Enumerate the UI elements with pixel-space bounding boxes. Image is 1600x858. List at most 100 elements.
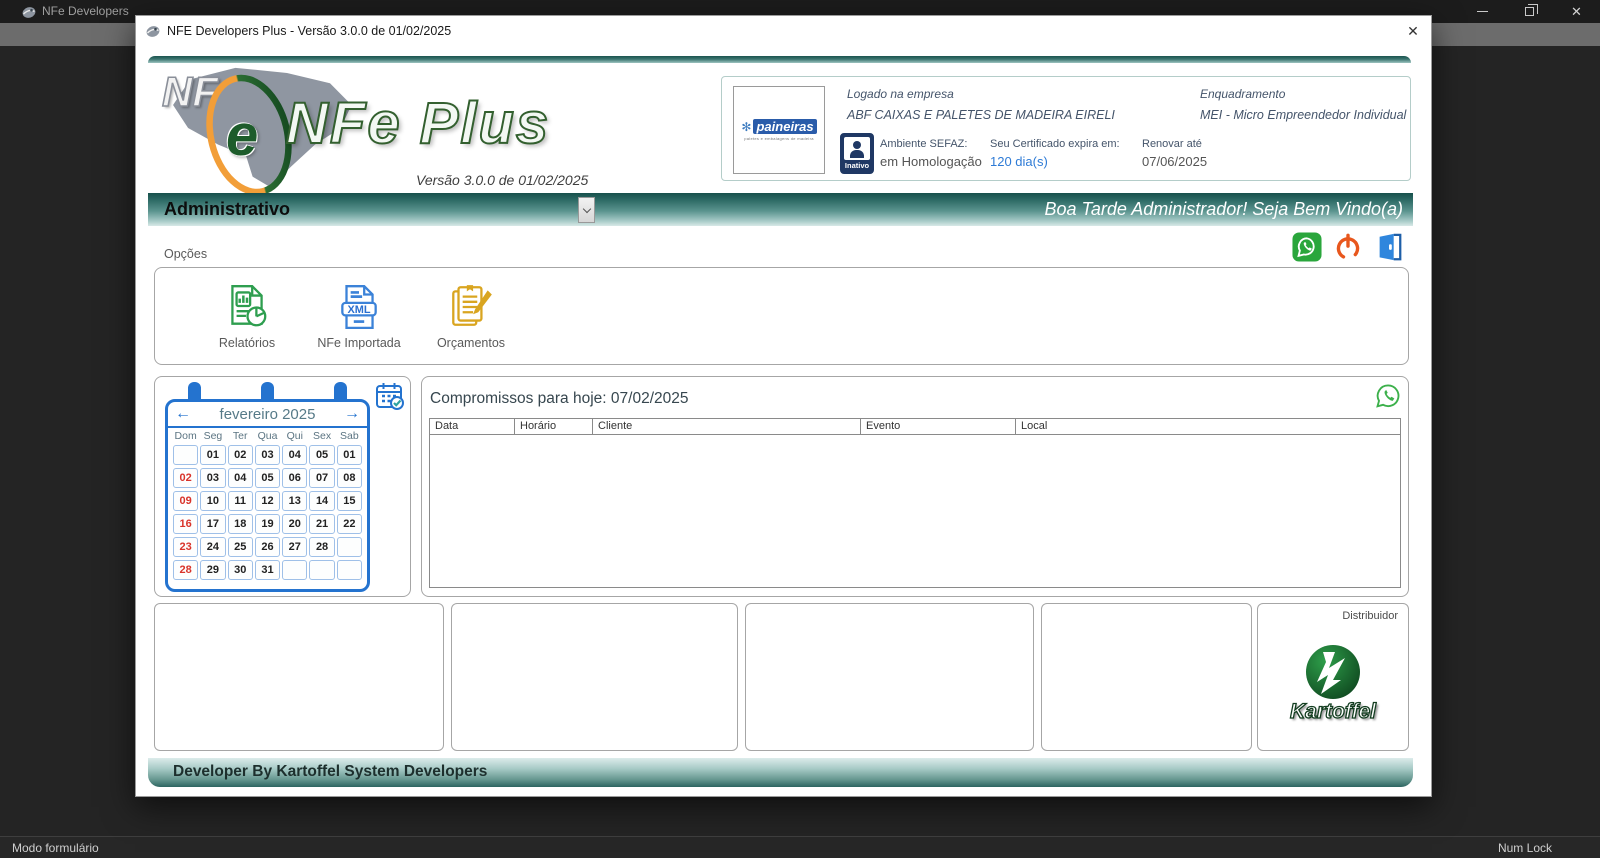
option-relatorios[interactable]: Relatórios [191, 268, 303, 364]
options-label: Opções [164, 247, 208, 261]
weekday-label: Dom [174, 430, 197, 442]
calendar-day-cell[interactable]: 08 [336, 468, 362, 488]
calendar-day-cell[interactable]: 05 [309, 445, 335, 465]
next-month-button[interactable]: → [340, 402, 360, 426]
minimize-button[interactable] [1459, 0, 1506, 23]
restore-icon [1525, 4, 1538, 16]
dialog-close-button[interactable]: ✕ [1403, 21, 1423, 41]
calendar-day-cell[interactable]: 01 [200, 445, 226, 465]
appointments-table: Data Horário Cliente Evento Local [429, 418, 1401, 588]
option-label: Orçamentos [436, 336, 506, 350]
calendar-day-cell[interactable]: 10 [200, 491, 226, 511]
paineiras-tagline: paletes e embalagens de madeira [744, 136, 814, 141]
calendar-day-cell[interactable]: 19 [254, 514, 281, 534]
calendar-empty-cell[interactable] [309, 560, 335, 580]
calendar-day-cell[interactable]: 29 [200, 560, 226, 580]
distributor-label: Distribuidor [1342, 610, 1398, 622]
option-label: NFe Importada [317, 336, 401, 350]
calendar-day-cell[interactable]: 07 [309, 468, 335, 488]
minimize-icon [1477, 10, 1488, 13]
calendar-day-cell[interactable]: 09 [173, 491, 199, 511]
options-panel: Relatórios XML NFe Importada Orçamentos [154, 267, 1409, 365]
status-bar: Modo formulário Num Lock [0, 836, 1600, 858]
restore-button[interactable] [1506, 0, 1553, 23]
calendar-day-cell[interactable]: 26 [254, 537, 281, 557]
calendar-day-cell[interactable]: 28 [173, 560, 199, 580]
calendar-day-cell[interactable]: 16 [173, 514, 199, 534]
dialog-titlebar[interactable]: NFE Developers Plus - Versão 3.0.0 de 01… [136, 16, 1431, 46]
calendar-weekdays: Dom Seg Ter Qua Qui Sex Sab [168, 428, 367, 442]
bottom-slot-1 [154, 603, 444, 751]
whatsapp-outline-icon[interactable] [1373, 381, 1403, 411]
calendar-day-cell[interactable]: 17 [200, 514, 226, 534]
weekday-label: Qui [286, 430, 303, 442]
appointments-panel: Compromissos para hoje: 07/02/2025 Data H… [421, 376, 1409, 597]
exit-door-button[interactable] [1374, 232, 1404, 262]
calendar-day-cell[interactable]: 18 [227, 514, 253, 534]
app-logo-title: NFe Plus [285, 90, 551, 157]
calendar-day-cell[interactable]: 30 [227, 560, 253, 580]
bottom-slot-2 [451, 603, 738, 751]
main-dialog: NFE Developers Plus - Versão 3.0.0 de 01… [135, 15, 1432, 797]
appointments-column-header: Horário [515, 419, 593, 434]
calendar-day-cell[interactable]: 25 [227, 537, 253, 557]
option-orcamentos[interactable]: Orçamentos [415, 268, 527, 364]
calendar-day-cell[interactable]: 05 [254, 468, 281, 488]
calendar-day-cell[interactable]: 28 [309, 537, 335, 557]
calendar-day-cell[interactable]: 13 [282, 491, 308, 511]
power-button[interactable] [1333, 232, 1363, 262]
status-mode-label: Modo formulário [12, 840, 99, 855]
calendar-day-cell[interactable]: 04 [227, 468, 253, 488]
calendar-panel: ← fevereiro 2025 → Dom Seg Ter Qua Qui Sex Sab… [154, 376, 411, 597]
appointments-column-header: Evento [861, 419, 1016, 434]
calendar-day-cell[interactable]: 14 [309, 491, 335, 511]
paineiras-flower-icon: ✻ [741, 119, 752, 134]
calendar-day-cell[interactable]: 02 [173, 468, 199, 488]
calendar-check-icon[interactable] [374, 380, 406, 412]
calendar-day-cell[interactable]: 20 [282, 514, 308, 534]
module-title: Administrativo [164, 199, 291, 219]
calendar-empty-cell[interactable] [282, 560, 308, 580]
calendar-day-cell[interactable]: 01 [336, 445, 362, 465]
certificate-days-value[interactable]: 120 dia(s) [990, 154, 1048, 169]
calendar-day-cell[interactable]: 04 [282, 445, 308, 465]
calendar-day-cell[interactable]: 31 [254, 560, 281, 580]
option-nfe-importada[interactable]: XML NFe Importada [303, 268, 415, 364]
calendar-day-cell[interactable]: 11 [227, 491, 253, 511]
calendar-widget: ← fevereiro 2025 → Dom Seg Ter Qua Qui Sex Sab… [165, 399, 370, 592]
calendar-empty-cell[interactable] [173, 445, 199, 465]
whatsapp-button[interactable] [1292, 232, 1322, 262]
calendar-day-cell[interactable]: 03 [254, 445, 281, 465]
prev-month-button[interactable]: ← [175, 402, 195, 426]
appointments-column-header: Data [430, 419, 515, 434]
calendar-day-cell[interactable]: 03 [200, 468, 226, 488]
greeting-text: Boa Tarde Administrador! Seja Bem Vindo(… [1044, 199, 1403, 219]
calendar-day-cell[interactable]: 21 [309, 514, 335, 534]
calendar-empty-cell[interactable] [336, 560, 362, 580]
option-label: Relatórios [218, 336, 276, 350]
footer-text: Developer By Kartoffel System Developers [173, 763, 488, 780]
calendar-day-cell[interactable]: 23 [173, 537, 199, 557]
calendar-day-cell[interactable]: 27 [282, 537, 308, 557]
calendar-empty-cell[interactable] [336, 537, 362, 557]
calendar-day-cell[interactable]: 15 [336, 491, 362, 511]
app-icon [22, 7, 36, 18]
bottom-slot-3 [745, 603, 1034, 751]
calendar-day-cell[interactable]: 22 [336, 514, 362, 534]
logo-e-text: e [226, 103, 259, 168]
calendar-day-cell[interactable]: 12 [254, 491, 281, 511]
distributor-slot: Distribuidor Kartoffel [1257, 603, 1409, 751]
calendar-day-cell[interactable]: 02 [227, 445, 253, 465]
close-button[interactable]: ✕ [1553, 0, 1600, 23]
calendar-day-cell[interactable]: 06 [282, 468, 308, 488]
calendar-day-cell[interactable]: 24 [200, 537, 226, 557]
weekday-label: Qua [257, 430, 278, 442]
bottom-slot-4 [1041, 603, 1252, 751]
module-dropdown-button[interactable] [578, 197, 595, 223]
dialog-footer: Developer By Kartoffel System Developers [148, 758, 1413, 787]
paineiras-logo-text: paineiras [753, 119, 817, 134]
kartoffel-logo-text: Kartoffel [1289, 699, 1376, 723]
certificate-status-badge: Inativo [840, 133, 874, 174]
renew-label: Renovar até [1142, 138, 1202, 150]
dialog-icon [146, 26, 160, 37]
